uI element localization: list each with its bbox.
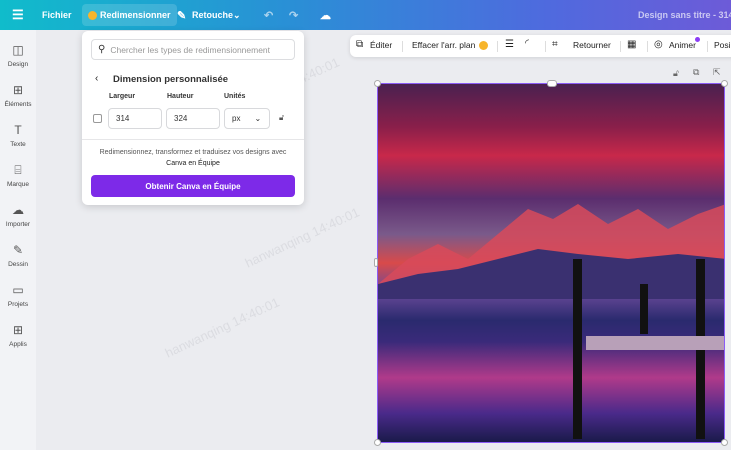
width-input[interactable]: 314 (108, 108, 162, 129)
resize-handle[interactable] (374, 258, 378, 267)
promo-link[interactable]: Canva en Équipe (82, 160, 304, 167)
sidebar-item-design[interactable]: ◫ Design (0, 43, 36, 68)
sidebar-label: Projets (7, 301, 29, 308)
promo-text: Redimensionnez, transformez et traduisez… (99, 149, 287, 156)
sidebar-label: Dessin (8, 261, 28, 268)
height-input[interactable]: 324 (166, 108, 220, 129)
cloud-save-icon[interactable]: ☁ (320, 0, 331, 30)
shapes-icon: ⊞ (12, 83, 24, 97)
aspect-checkbox[interactable] (93, 114, 102, 123)
units-value: px (232, 114, 241, 123)
resize-panel: ⚲ Chercher les types de redimensionnemen… (82, 31, 304, 205)
sidebar-item-text[interactable]: T Texte (0, 123, 36, 148)
cloud-upload-icon: ☁ (12, 203, 24, 217)
watermark: hanwanqing 14:40:01 (162, 294, 282, 361)
folder-icon: ▭ (12, 283, 24, 297)
sidebar-item-apps[interactable]: ⊞ Applis (0, 323, 36, 348)
lock-icon[interactable]: 🔓︎ (673, 68, 679, 79)
top-bar: ☰ Fichier Redimensionner ✎ Retouche ⌄ ↶ … (0, 0, 731, 30)
get-canva-teams-button[interactable]: Obtenir Canva en Équipe (91, 175, 295, 197)
search-placeholder: Chercher les types de redimensionnement (110, 44, 271, 55)
canvas-image[interactable] (377, 83, 725, 443)
sidebar-item-upload[interactable]: ☁ Importer (0, 203, 36, 228)
pencil-icon: ✎ (177, 9, 187, 22)
resize-handle[interactable] (374, 80, 381, 87)
retouch-menu[interactable]: Retouche (192, 0, 233, 30)
sidebar-item-draw[interactable]: ✎ Dessin (0, 243, 36, 268)
divider (82, 139, 304, 140)
resize-button[interactable]: Redimensionner (82, 4, 177, 26)
undo-icon[interactable]: ↶ (264, 0, 273, 30)
resize-label: Redimensionner (100, 10, 171, 20)
notification-dot (695, 37, 700, 42)
image-edit-icon: ⧉ (356, 39, 364, 50)
crown-icon (479, 41, 488, 50)
mountain-landscape (378, 204, 724, 439)
sidebar-label: Éléments (4, 101, 32, 108)
sidebar-item-projects[interactable]: ▭ Projets (0, 283, 36, 308)
panel-heading: Dimension personnalisée (113, 74, 229, 85)
width-label: Largeur (109, 93, 136, 100)
sidebar-item-elements[interactable]: ⊞ Éléments (0, 83, 36, 108)
position-button[interactable]: Posi (714, 40, 731, 50)
resize-search-input[interactable]: ⚲ Chercher les types de redimensionnemen… (91, 39, 295, 60)
design-title[interactable]: Design sans titre - 314 px (638, 0, 731, 30)
context-toolbar: ⧉ Éditer Effacer l'arr. plan ☰ ◜ ⌗ Retou… (350, 35, 731, 57)
back-chevron-icon[interactable]: ‹ (95, 73, 98, 84)
crop-icon[interactable]: ⌗ (552, 39, 558, 50)
flip-button[interactable]: Retourner (573, 40, 611, 50)
layout-icon: ◫ (12, 43, 24, 57)
resize-handle[interactable] (547, 80, 557, 87)
edit-button[interactable]: Éditer (370, 40, 392, 50)
chevron-down-icon: ⌄ (254, 114, 262, 123)
sidebar-label: Texte (10, 141, 26, 148)
chevron-down-icon: ⌄ (233, 9, 241, 20)
sidebar-item-brand[interactable]: ⌸ Marque (0, 163, 36, 188)
menu-icon[interactable]: ☰ (12, 0, 24, 30)
units-select[interactable]: px ⌄ (224, 108, 270, 129)
brand-icon: ⌸ (14, 163, 22, 177)
redo-icon[interactable]: ↷ (289, 0, 298, 30)
lock-ratio-icon[interactable]: 🔓︎ (279, 113, 284, 123)
share-icon[interactable]: ⇱ (713, 67, 721, 78)
corner-rounding-icon[interactable]: ◜ (525, 38, 529, 49)
height-label: Hauteur (167, 93, 194, 100)
file-menu[interactable]: Fichier (42, 0, 72, 30)
resize-handle[interactable] (721, 439, 728, 446)
sidebar-label: Marque (6, 181, 30, 188)
crown-icon (88, 10, 97, 20)
search-icon: ⚲ (98, 44, 106, 55)
remove-background-button[interactable]: Effacer l'arr. plan (412, 40, 475, 50)
watermark: hanwanqing 14:40:01 (242, 204, 362, 271)
draw-icon: ✎ (12, 243, 24, 257)
text-icon: T (14, 123, 22, 137)
sidebar-label: Applis (9, 341, 27, 348)
resize-handle[interactable] (374, 439, 381, 446)
units-label: Unités (224, 93, 246, 100)
transparency-icon[interactable]: ▦ (627, 39, 636, 50)
apps-icon: ⊞ (12, 323, 24, 337)
sidebar-label: Design (7, 61, 29, 68)
duplicate-icon[interactable]: ⧉ (693, 67, 699, 78)
sidebar-label: Importer (5, 221, 31, 228)
resize-handle[interactable] (721, 80, 728, 87)
sidebar: ◫ Design ⊞ Éléments T Texte ⌸ Marque ☁ Import… (0, 30, 36, 450)
border-style-icon[interactable]: ☰ (505, 39, 514, 50)
animate-icon: ◎ (654, 39, 663, 50)
animate-button[interactable]: Animer (669, 40, 696, 50)
